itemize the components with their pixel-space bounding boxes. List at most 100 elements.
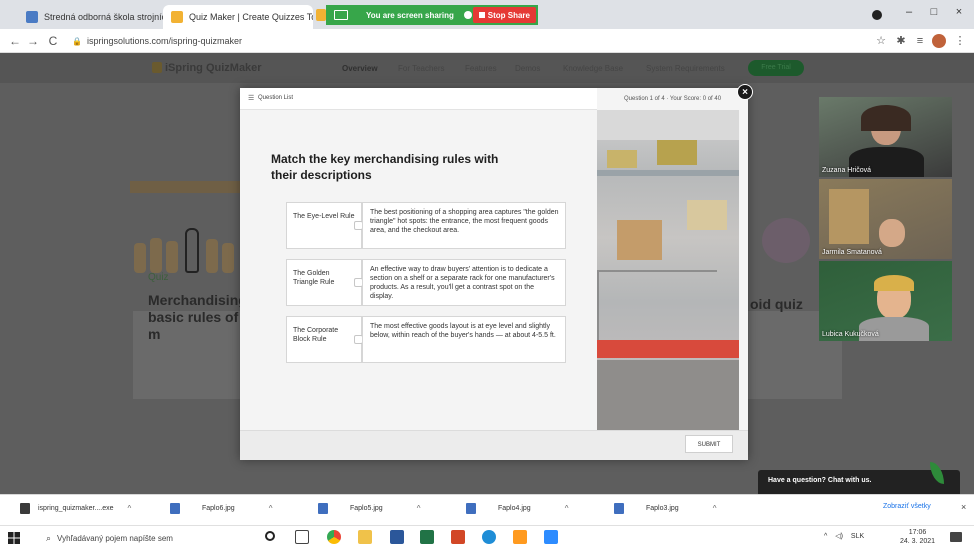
chevron-up-icon[interactable]: ^ <box>713 504 717 513</box>
bottle-illustration <box>134 243 146 273</box>
match-description[interactable]: The best positioning of a shopping area … <box>362 202 566 249</box>
powerpoint-icon[interactable] <box>451 530 465 544</box>
chrome-icon[interactable] <box>327 530 341 544</box>
windows-start-icon[interactable] <box>8 532 20 544</box>
chevron-up-icon[interactable]: ^ <box>565 504 569 513</box>
image-file-icon <box>170 503 180 514</box>
free-trial-button[interactable]: Free Trial <box>748 60 804 76</box>
maximize-button[interactable]: □ <box>922 6 946 24</box>
chevron-up-icon[interactable]: ^ <box>269 504 273 513</box>
bottle-illustration <box>206 239 218 273</box>
download-item[interactable]: ispring_quizmaker....exe ^ <box>20 503 131 514</box>
site-nav-overview[interactable]: Overview <box>342 64 378 73</box>
participant-face <box>879 219 905 247</box>
close-window-button[interactable]: × <box>947 6 971 24</box>
browser-tab-school[interactable]: Stredná odborná škola strojnícka × <box>18 5 163 29</box>
question-list-icon[interactable]: ☰ <box>248 94 254 102</box>
match-description[interactable]: An effective way to draw buyers' attenti… <box>362 259 566 306</box>
chat-widget[interactable]: Have a question? Chat with us. <box>758 470 960 494</box>
download-item[interactable]: Faplo3.jpg ^ <box>614 503 716 514</box>
card-category-label: Quiz <box>148 272 169 283</box>
decorative-illustration <box>762 218 810 263</box>
video-tile[interactable]: Jarmila Smatanová <box>819 179 952 259</box>
question-title: Match the key merchandising rules with t… <box>271 152 499 182</box>
new-tab-favicon-icon <box>316 9 326 21</box>
browser-tab-quizmaker[interactable]: Quiz Maker | Create Quizzes To ... × <box>163 5 313 29</box>
minimize-button[interactable]: – <box>897 6 921 24</box>
record-indicator-icon <box>872 10 882 20</box>
url-field[interactable]: 🔒 ispringsolutions.com/ispring-quizmaker <box>72 33 242 49</box>
submit-button[interactable]: SUBMIT <box>685 435 733 453</box>
quiz-footer <box>240 430 748 460</box>
tray-chevron-icon[interactable]: ^ <box>824 533 827 540</box>
match-term[interactable]: The Corporate Block Rule <box>286 316 362 363</box>
site-nav-for-teachers[interactable]: For Teachers <box>398 64 445 73</box>
card-title[interactable]: Merchandising basic rules of m <box>148 292 247 343</box>
card-title[interactable]: oid quiz <box>750 296 803 312</box>
download-name: ispring_quizmaker....exe <box>38 505 114 512</box>
taskbar-clock[interactable]: 17:06 24. 3. 2021 <box>900 528 935 546</box>
bottle-illustration <box>166 241 178 273</box>
video-tile[interactable]: Zuzana Hričová <box>819 97 952 177</box>
site-nav-features[interactable]: Features <box>465 64 497 73</box>
site-nav-demos[interactable]: Demos <box>515 64 540 73</box>
site-nav-system-requirements[interactable]: System Requirements <box>646 64 725 73</box>
participant-hair <box>874 275 914 291</box>
match-term[interactable]: The Golden Triangle Rule <box>286 259 362 306</box>
cortana-icon[interactable] <box>265 531 275 541</box>
download-item[interactable]: Faplo5.jpg ^ <box>318 503 420 514</box>
bottle-outline-illustration <box>185 228 199 273</box>
chat-label: Have a question? Chat with us. <box>768 477 872 484</box>
bookmark-star-icon[interactable]: ☆ <box>873 33 889 49</box>
close-modal-button[interactable]: × <box>737 84 753 100</box>
forward-button[interactable]: → <box>24 32 42 50</box>
quiz-header <box>240 88 597 110</box>
sharing-settings-icon[interactable] <box>464 11 472 19</box>
word-icon[interactable] <box>390 530 404 544</box>
language-indicator[interactable]: SLK <box>851 533 864 540</box>
site-logo[interactable]: iSpring QuizMaker <box>165 62 262 74</box>
app-icon[interactable] <box>513 530 527 544</box>
bottle-illustration <box>222 243 234 273</box>
download-name: Faplo6.jpg <box>202 505 235 512</box>
back-button[interactable]: ← <box>6 32 24 50</box>
download-item[interactable]: Faplo4.jpg ^ <box>466 503 568 514</box>
edge-icon[interactable] <box>482 530 496 544</box>
tab-title: Stredná odborná škola strojnícka <box>44 12 163 22</box>
browser-menu-icon[interactable]: ⋮ <box>952 33 968 49</box>
reading-list-icon[interactable]: ≡ <box>912 33 928 49</box>
notification-center-icon[interactable] <box>950 532 962 542</box>
image-file-icon <box>614 503 624 514</box>
show-all-downloads-button[interactable]: Zobraziť všetky <box>883 503 931 510</box>
url-text: ispringsolutions.com/ispring-quizmaker <box>86 36 243 46</box>
extensions-icon[interactable]: ✱ <box>893 33 909 49</box>
task-view-icon[interactable] <box>295 530 309 544</box>
clock-time: 17:06 <box>908 529 927 536</box>
site-nav-knowledge-base[interactable]: Knowledge Base <box>563 64 623 73</box>
bottle-illustration <box>150 238 162 273</box>
system-tray[interactable]: ^ ◁) SLK <box>824 532 864 540</box>
close-downloads-button[interactable]: × <box>961 502 966 512</box>
tab-title: Quiz Maker | Create Quizzes To ... <box>189 12 313 22</box>
stop-share-button[interactable]: Stop Share <box>472 7 536 23</box>
download-item[interactable]: Faplo6.jpg ^ <box>170 503 272 514</box>
chevron-up-icon[interactable]: ^ <box>127 504 131 513</box>
clock-date: 24. 3. 2021 <box>900 538 936 545</box>
video-tile[interactable]: Lubica Kukučková <box>819 261 952 341</box>
file-explorer-icon[interactable] <box>358 530 372 544</box>
taskbar-search[interactable]: ⌕ Vyhľadávaný pojem napíšte sem <box>34 528 244 548</box>
question-list-label[interactable]: Question List <box>258 95 293 101</box>
reload-button[interactable]: C <box>44 32 62 50</box>
download-name: Faplo4.jpg <box>498 505 531 512</box>
chevron-up-icon[interactable]: ^ <box>417 504 421 513</box>
excel-icon[interactable] <box>420 530 434 544</box>
stop-share-label: Stop Share <box>487 10 530 20</box>
participant-hair <box>861 105 911 131</box>
participant-name: Zuzana Hričová <box>822 167 872 174</box>
profile-avatar[interactable] <box>932 34 946 48</box>
zoom-icon[interactable] <box>544 530 558 544</box>
match-term[interactable]: The Eye-Level Rule <box>286 202 362 249</box>
volume-icon[interactable]: ◁) <box>835 533 843 540</box>
image-file-icon <box>318 503 328 514</box>
match-description[interactable]: The most effective goods layout is at ey… <box>362 316 566 363</box>
